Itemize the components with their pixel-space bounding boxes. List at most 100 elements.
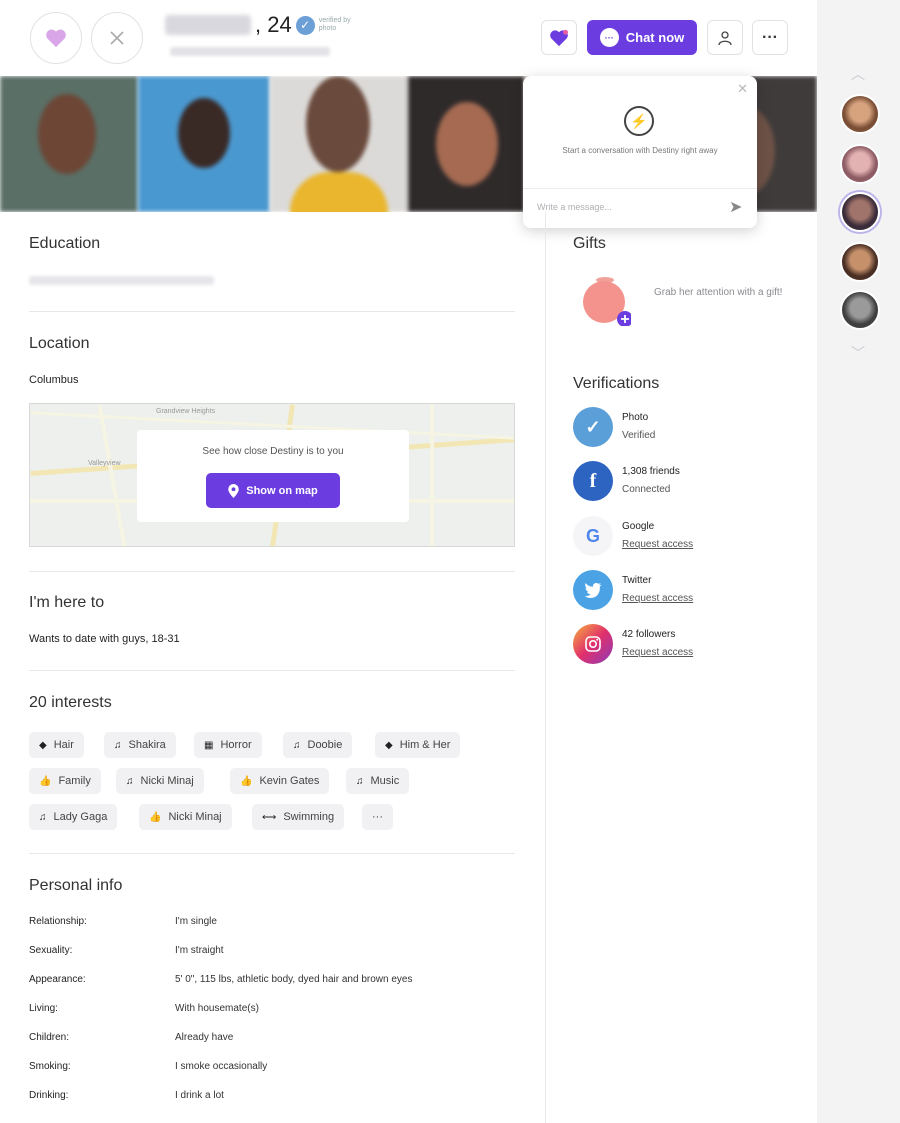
section-title-here-to: I'm here to [29, 594, 105, 611]
music-note-icon: ♫ [293, 739, 301, 751]
interest-chip[interactable]: ⟷ Swimming [252, 804, 345, 830]
profile-age: , 24 [255, 12, 292, 37]
profile-photo[interactable] [0, 76, 138, 212]
interest-label: Him & Her [399, 739, 451, 751]
section-title-verifications: Verifications [573, 375, 660, 392]
interest-chip[interactable]: ♫ Music [346, 768, 410, 794]
interest-chip[interactable]: 👍 Family [29, 768, 101, 794]
show-on-map-label: Show on map [246, 484, 318, 497]
google-icon: G [573, 516, 613, 556]
verification-title: Twitter [622, 575, 652, 586]
avatar[interactable] [840, 290, 880, 330]
send-icon[interactable]: ➤ [729, 197, 742, 217]
interest-chip[interactable]: ♫ Shakira [104, 732, 176, 758]
like-button[interactable] [30, 12, 82, 64]
education-value-blurred [29, 276, 214, 285]
section-title-personal-info: Personal info [29, 877, 123, 894]
section-title-interests: 20 interests [29, 694, 112, 711]
request-access-link[interactable]: Request access [622, 593, 693, 604]
show-on-map-button[interactable]: Show on map [206, 473, 340, 508]
super-like-button[interactable] [541, 20, 577, 55]
info-label: Drinking: [29, 1090, 69, 1101]
peach-gift-icon [583, 277, 633, 327]
verification-status: Connected [622, 484, 671, 495]
info-label: Living: [29, 1003, 58, 1014]
info-value: I smoke occasionally [175, 1061, 268, 1072]
info-value: Already have [175, 1032, 234, 1043]
section-title-gifts: Gifts [573, 235, 606, 252]
interest-chip[interactable]: ◆ Hair [29, 732, 84, 758]
dumbbell-icon: ⟷ [262, 811, 277, 823]
interest-label: Nicki Minaj [140, 775, 194, 787]
film-icon: ▦ [204, 739, 214, 751]
interest-chip[interactable]: ♫ Doobie [283, 732, 353, 758]
map-label: Grandview Heights [156, 408, 216, 415]
gift-prompt: Grab her attention with a gift! [654, 287, 783, 298]
request-access-link[interactable]: Request access [622, 647, 693, 658]
interest-label: Swimming [283, 811, 335, 823]
interest-chip[interactable]: 👍 Kevin Gates [230, 768, 330, 794]
profile-photo[interactable] [270, 76, 408, 212]
divider [29, 853, 515, 854]
ellipsis-icon: ··· [762, 28, 778, 46]
here-to-value: Wants to date with guys, 18-31 [29, 633, 180, 645]
info-label: Children: [29, 1032, 70, 1043]
interest-label: Family [58, 775, 91, 787]
interest-chip[interactable]: ♫ Lady Gaga [29, 804, 118, 830]
heart-icon [46, 29, 66, 48]
profile-name-row: , 24 ✓ verified by photo [165, 12, 359, 38]
chevron-down-icon[interactable]: ﹀ [851, 343, 865, 363]
interest-label: Kevin Gates [259, 775, 320, 787]
heart-plus-icon [550, 29, 568, 46]
location-map[interactable]: Grandview Heights Valleyview See how clo… [29, 403, 515, 547]
interest-chip[interactable]: ▦ Horror [194, 732, 262, 758]
thumbs-up-icon: 👍 [39, 775, 52, 787]
info-value: I drink a lot [175, 1090, 224, 1101]
profile-button[interactable] [707, 20, 743, 55]
music-note-icon: ♫ [39, 811, 47, 823]
interest-chip[interactable]: ◆ Him & Her [375, 732, 461, 758]
info-value: I'm straight [175, 945, 224, 956]
interest-chip[interactable]: ♫ Nicki Minaj [116, 768, 204, 794]
more-options-button[interactable]: ··· [752, 20, 788, 55]
profile-photo[interactable] [408, 76, 525, 212]
profile-name-blurred [165, 15, 251, 35]
avatar[interactable] [840, 144, 880, 184]
info-label: Relationship: [29, 916, 87, 927]
info-value: With housemate(s) [175, 1003, 259, 1014]
message-input[interactable]: Write a message... [537, 202, 612, 212]
info-label: Smoking: [29, 1061, 71, 1072]
verification-title: Google [622, 521, 655, 532]
profile-photo[interactable] [138, 76, 270, 212]
map-pin-icon [228, 483, 239, 498]
info-value: 5' 0", 115 lbs, athletic body, dyed hair… [175, 974, 413, 985]
divider [29, 670, 515, 671]
request-access-link[interactable]: Request access [622, 539, 693, 550]
more-interests-button[interactable]: ··· [362, 804, 393, 830]
chevron-up-icon[interactable]: ︿ [851, 64, 865, 84]
twitter-icon [573, 570, 613, 610]
chat-bubble-icon: ··· [599, 28, 619, 47]
gift-button[interactable] [579, 274, 633, 327]
thumbs-up-icon: 👍 [149, 811, 162, 823]
info-label: Sexuality: [29, 945, 73, 956]
location-city: Columbus [29, 374, 79, 386]
interest-chip[interactable]: 👍 Nicki Minaj [139, 804, 232, 830]
avatar[interactable] [840, 192, 880, 232]
popup-prompt: Start a conversation with Destiny right … [562, 146, 718, 155]
checkmark-icon: ✓ [573, 407, 613, 447]
verification-title: 1,308 friends [622, 466, 680, 477]
diamond-icon: ◆ [39, 739, 47, 751]
chat-now-button[interactable]: ··· Chat now [587, 20, 697, 55]
divider [29, 311, 515, 312]
pass-button[interactable] [91, 12, 143, 64]
verification-title: 42 followers [622, 629, 676, 640]
close-icon[interactable]: ✕ [737, 81, 748, 97]
verified-text: verified by photo [318, 17, 351, 32]
interest-label: Doobie [307, 739, 343, 751]
interest-label: Shakira [128, 739, 166, 751]
avatar[interactable] [840, 242, 880, 282]
chat-now-label: Chat now [625, 30, 685, 45]
verification-status: Verified [622, 430, 656, 441]
avatar[interactable] [840, 94, 880, 134]
